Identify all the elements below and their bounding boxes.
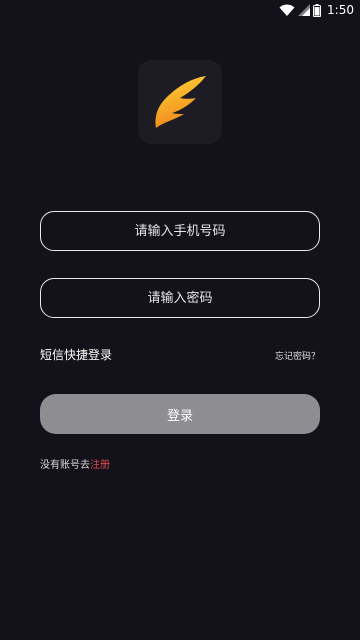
status-bar: 1:50 xyxy=(0,0,360,20)
battery-icon xyxy=(313,3,322,17)
register-link[interactable]: 注册 xyxy=(90,460,110,471)
register-row: 没有账号去注册 xyxy=(40,456,110,471)
status-icons: 1:50 xyxy=(279,2,354,18)
wing-logo-icon xyxy=(155,76,206,128)
cell-signal-icon xyxy=(298,4,311,16)
status-time: 1:50 xyxy=(327,3,354,17)
phone-input[interactable] xyxy=(41,211,319,251)
register-prompt: 没有账号去 xyxy=(40,460,90,471)
password-input[interactable] xyxy=(41,278,319,318)
forgot-password-link[interactable]: 忘记密码？ xyxy=(275,349,320,362)
password-field[interactable] xyxy=(40,278,320,318)
wifi-icon xyxy=(279,4,295,16)
sms-login-link[interactable]: 短信快捷登录 xyxy=(40,346,112,363)
login-screen: 1:50 短信快捷登录 忘记密码？ 登录 没有账号去注册 xyxy=(0,0,360,640)
phone-field[interactable] xyxy=(40,211,320,251)
app-logo xyxy=(138,60,222,144)
login-button[interactable]: 登录 xyxy=(40,394,320,434)
